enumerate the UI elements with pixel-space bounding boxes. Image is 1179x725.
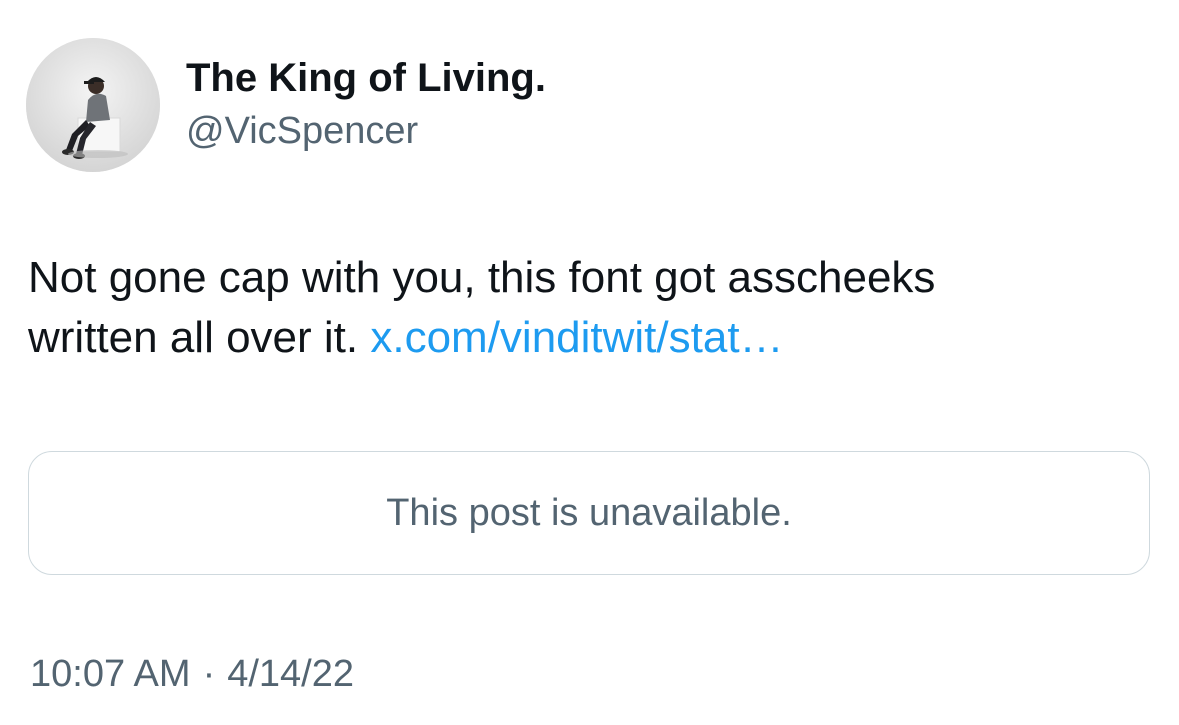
tweet-time: 10:07 AM — [30, 653, 191, 695]
tweet-date: 4/14/22 — [227, 653, 355, 695]
tweet-text: Not gone cap with you, this font got ass… — [28, 248, 1148, 368]
author-handle[interactable]: @VicSpencer — [186, 106, 418, 156]
author-display-name[interactable]: The King of Living. — [186, 52, 546, 104]
tweet-timestamp[interactable]: 10:07 AM · 4/14/22 — [30, 647, 354, 701]
tweet-text-line-2: written all over it. x.com/vinditwit/sta… — [28, 308, 1148, 368]
quoted-post-card[interactable]: This post is unavailable. — [28, 451, 1150, 575]
quoted-post-unavailable-message: This post is unavailable. — [386, 491, 792, 534]
profile-photo-icon — [26, 38, 160, 172]
tweet-text-line-2-prefix: written all over it. — [28, 313, 359, 362]
avatar[interactable] — [26, 38, 160, 172]
tweet-link[interactable]: x.com/vinditwit/stat… — [370, 313, 783, 362]
tweet-text-line-1: Not gone cap with you, this font got ass… — [28, 253, 936, 302]
timestamp-separator: · — [202, 653, 216, 695]
